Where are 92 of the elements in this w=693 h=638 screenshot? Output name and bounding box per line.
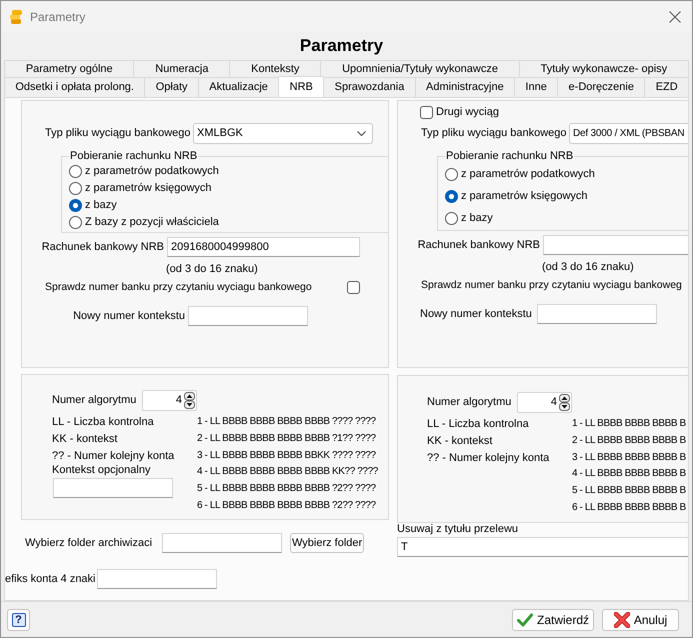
tab[interactable]: Numeracja [133,60,230,77]
dropdown[interactable]: XMLBGK [193,123,373,144]
checkbox-label: Sprawdz numer banku przy czytaniu wyciagu bankowego [45,281,313,294]
format-text: 2 - LL BBBB BBBB BBBB BBBB ?1?? ???? [197,432,376,446]
radio-button[interactable] [69,165,82,178]
coins-icon [10,10,22,24]
format-text: 4 - LL BBBB BBBB BBBB BBBB KK?? ???? [197,465,378,480]
radio-label: Z bazy z pozycji właściciela [85,216,219,229]
group-title: Pobieranie rachunku NRB [69,150,198,163]
number-spinner[interactable]: 4 [142,390,197,411]
field-label: Numer algorytmu [427,396,512,409]
radio-button[interactable] [69,182,82,195]
radio-label: z parametrów księgowych [85,182,212,195]
input-field[interactable] [162,533,282,553]
field-label: Typ pliku wyciągu bankowego [45,127,192,140]
legend-text: KK - kontekst [52,432,118,447]
tab[interactable]: Inne [514,77,558,97]
window-title: Parametry [30,10,86,24]
radio-button[interactable] [445,190,458,202]
dialog-heading: Parametry [300,36,384,56]
field-label: efiks konta 4 znaki [5,572,96,586]
spin-arrows-icon [184,392,195,409]
chevron-down-icon [357,131,366,136]
input-field[interactable] [543,235,688,255]
dropdown[interactable]: Def 3000 / XML (PBSBAN [569,123,688,144]
format-text: 5 - LL BBBB BBBB BBBB BBBB ?2?? ???? [197,482,376,496]
group-title: Pobieranie rachunku NRB [445,150,574,163]
legend-text: KK - kontekst [427,434,492,449]
radio-label: z bazy [85,199,117,212]
format-text: 1 - LL BBBB BBBB BBBB B [572,417,686,431]
legend-text: ?? - Numer kolejny konta [52,448,174,464]
tab[interactable]: NRB [278,76,324,97]
close-icon[interactable] [669,10,681,22]
format-text: 3 - LL BBBB BBBB BBBB B [572,450,686,465]
field-label: Wybierz folder archiwizaci [25,536,154,550]
cancel-button[interactable]: Anuluj [602,608,679,630]
tab[interactable]: Opłaty [144,77,198,97]
tab[interactable]: EZD [644,77,690,97]
field-label: Numer algorytmu [52,394,138,407]
check-icon [516,612,533,626]
tab[interactable]: Upomnienia/Tytuły wykonawcze [320,60,519,77]
tab[interactable]: Odsetki i opłata prolong. [4,77,144,97]
checkbox-label: Sprawdz numer banku przy czytaniu wyciagu bankoweg [421,279,683,292]
tab[interactable]: e-Doręczenie [557,77,644,97]
legend-text: ?? - Numer kolejny konta [427,450,550,466]
field-label: Rachunek bankowy NRB [416,238,540,252]
radio-button[interactable] [69,216,82,229]
legend-text: LL - Liczba kontrolna [427,417,529,432]
format-text: 1 - LL BBBB BBBB BBBB BBBB ???? ???? [197,415,376,429]
tab[interactable]: Sprawozdania [323,77,415,97]
input-field[interactable] [188,306,308,326]
format-text: 2 - LL BBBB BBBB BBBB B [572,434,686,448]
help-button[interactable]: ? [7,608,30,630]
checkbox[interactable] [420,106,433,119]
input-field[interactable]: T [397,537,688,557]
field-label: Typ pliku wyciągu bankowego [421,127,568,140]
legend-text: LL - Liczba kontrolna [52,415,154,430]
cross-icon [614,612,630,628]
field-label: Usuwaj z tytułu przelewu [397,523,518,535]
radio-button[interactable] [69,199,82,212]
input-field[interactable]: 2091680004999800 [167,237,360,257]
hint-text: (od 3 do 16 znaku) [166,263,258,276]
format-text: 4 - LL BBBB BBBB BBBB B [572,467,686,482]
tab[interactable]: Tytuły wykonawcze- opisy [518,60,689,77]
format-text: 3 - LL BBBB BBBB BBBB BBKK ???? ???? [197,448,376,463]
radio-label: z parametrów podatkowych [85,165,219,178]
format-text: 6 - LL BBBB BBBB BBBB B [572,500,686,515]
field-label: Rachunek bankowy NRB [40,240,164,254]
spin-arrows-icon [559,394,570,411]
format-text: 6 - LL BBBB BBBB BBBB BBBB ?2?? ???? [197,498,376,513]
checkbox[interactable] [347,281,360,294]
tab[interactable]: Aktualizacje [198,77,278,97]
input-field[interactable] [97,569,217,589]
radio-button[interactable] [445,168,458,180]
input-field[interactable] [53,478,173,498]
confirm-button[interactable]: Zatwierdź [512,608,594,630]
radio-label: z parametrów podatkowych [461,168,595,180]
input-field[interactable] [537,304,657,324]
hint-text: (od 3 do 16 znaku) [542,261,634,274]
tab[interactable]: Konteksty [229,60,320,77]
radio-button[interactable] [445,212,458,224]
number-spinner[interactable]: 4 [517,392,572,413]
radio-label: z parametrów księgowych [461,190,588,202]
field-label: Nowy numer kontekstu [420,308,533,320]
format-text: 5 - LL BBBB BBBB BBBB B [572,484,686,498]
tab[interactable]: Administracyjne [414,77,514,97]
field-label: Nowy numer kontekstu [72,310,185,322]
radio-label: z bazy [461,212,493,224]
checkbox-label: Drugi wyciąg [436,106,499,119]
tab[interactable]: Parametry ogólne [4,60,134,77]
choose-folder-button[interactable]: Wybierz folder [290,533,364,553]
field-label: Kontekst opcjonalny [52,464,150,478]
